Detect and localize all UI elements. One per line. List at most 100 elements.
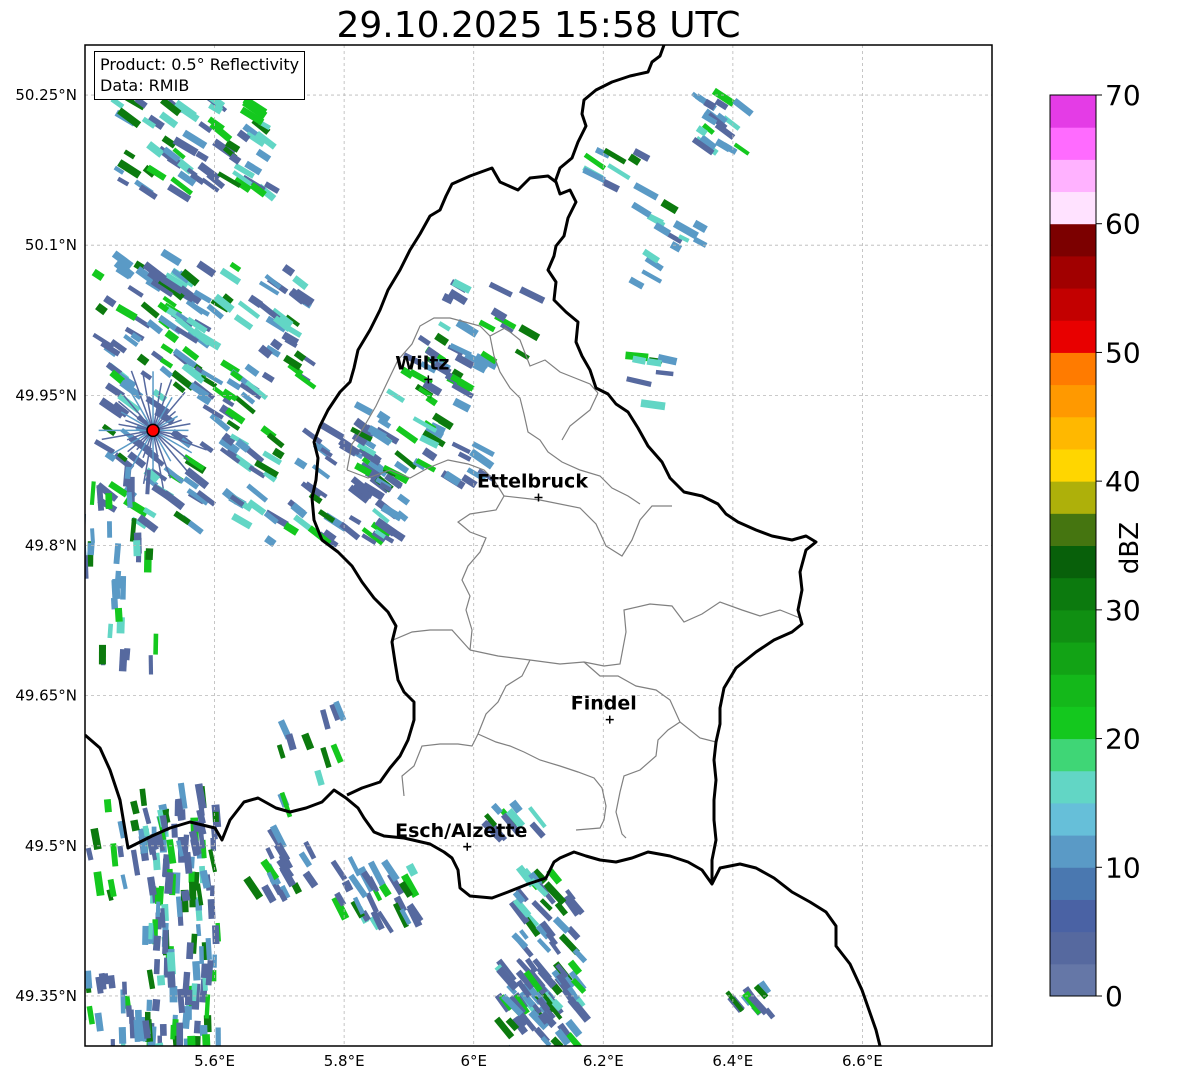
- colorbar-segment: [1050, 481, 1096, 514]
- colorbar-segment: [1050, 642, 1096, 675]
- echo-streak: [86, 1005, 95, 1025]
- echo-streak: [109, 1063, 115, 1081]
- echo-streak: [130, 819, 140, 832]
- lat-tick-label: 49.95°N: [15, 386, 77, 404]
- colorbar-segment: [1050, 738, 1096, 772]
- echo-streak: [130, 849, 141, 876]
- colorbar-segment: [1050, 513, 1096, 546]
- colorbar-segment: [1050, 95, 1096, 128]
- colorbar-tick-label: 40: [1105, 465, 1141, 498]
- echo-streak: [122, 981, 128, 995]
- echo-streak: [183, 1006, 192, 1020]
- echo-streak: [202, 1034, 211, 1046]
- echo-streak: [196, 260, 217, 278]
- echo-streak: [199, 440, 214, 454]
- echo-streak: [183, 851, 193, 874]
- echo-streak: [151, 998, 161, 1012]
- colorbar-tick-label: 10: [1105, 851, 1141, 884]
- echo-streak: [243, 875, 264, 900]
- echo-streak: [167, 971, 176, 988]
- echo-streak: [660, 198, 679, 215]
- echo-streak: [159, 1023, 167, 1036]
- echo-streak: [146, 999, 153, 1012]
- echo-streak: [151, 483, 177, 504]
- city-marker: [463, 842, 472, 851]
- echo-streak: [148, 655, 154, 675]
- echo-streak: [154, 1061, 163, 1078]
- echo-streak: [173, 510, 191, 526]
- echo-streak: [103, 798, 112, 813]
- echo-streak: [162, 929, 169, 955]
- canton-boundaries: [346, 317, 801, 839]
- echo-streak: [110, 1039, 116, 1046]
- echo-streak: [533, 1053, 546, 1067]
- echo-streak: [261, 371, 275, 383]
- echo-streak: [434, 332, 450, 347]
- echo-streak: [302, 870, 319, 889]
- echo-streak: [140, 370, 153, 381]
- echo-streak: [107, 975, 116, 989]
- echo-streak: [133, 540, 141, 557]
- echo-streak: [199, 946, 204, 964]
- echo-streak: [195, 150, 209, 163]
- echo-streak: [156, 975, 166, 986]
- lon-tick-label: 6.6°E: [842, 1052, 883, 1070]
- colorbar-tick-label: 70: [1105, 79, 1141, 112]
- echo-streak: [152, 935, 161, 951]
- echo-streak: [488, 281, 513, 298]
- echo-streak: [123, 496, 150, 518]
- colorbar-segment: [1050, 352, 1096, 386]
- echo-streak: [63, 972, 71, 988]
- echo-streak: [120, 576, 127, 600]
- colorbar-tick-label: 20: [1105, 723, 1141, 756]
- echo-streak: [95, 302, 108, 316]
- echo-streak: [607, 163, 631, 181]
- echo-streak: [633, 182, 659, 201]
- lon-tick-label: 6°E: [460, 1052, 487, 1070]
- colorbar-segment: [1050, 609, 1096, 643]
- echo-streak: [93, 439, 115, 455]
- echo-streak: [348, 514, 362, 526]
- echo-streak: [160, 343, 174, 355]
- colorbar-segment: [1050, 545, 1096, 579]
- echo-streak: [118, 649, 128, 672]
- echo-streak: [417, 334, 431, 347]
- echo-streak: [169, 985, 178, 1003]
- colorbar-segment: [1050, 867, 1096, 900]
- colorbar-segment: [1050, 770, 1096, 804]
- echo-streak: [320, 746, 332, 769]
- colorbar-segment: [1050, 416, 1096, 450]
- colorbar-segment: [1050, 835, 1096, 868]
- colorbar-segment: [1050, 674, 1096, 707]
- echo-streak: [110, 597, 119, 610]
- echo-streak: [397, 493, 411, 506]
- colorbar-segment: [1050, 931, 1096, 965]
- colorbar-tick-label: 60: [1105, 208, 1141, 241]
- echo-streak: [347, 856, 362, 877]
- colorbar-tick-label: 0: [1105, 980, 1123, 1013]
- radar-map: 5.6°E 5.8°E 6°E 6.2°E 6.4°E 6.6°E 50.25°N 50.1°…: [15, 44, 1141, 1081]
- lon-tick-label: 6.4°E: [712, 1052, 753, 1070]
- echo-streak: [120, 874, 128, 890]
- echo-streak: [123, 149, 136, 160]
- echo-streak: [94, 1012, 104, 1032]
- echo-streak: [78, 998, 84, 1019]
- echo-streak: [319, 422, 345, 441]
- echo-streak: [142, 807, 152, 825]
- echo-streak: [187, 1035, 196, 1046]
- echo-streak: [90, 528, 95, 544]
- lon-tick-label: 6.2°E: [583, 1052, 624, 1070]
- echo-streak: [536, 938, 552, 953]
- echo-streak: [452, 397, 472, 413]
- echo-streak: [602, 178, 620, 193]
- echo-streak: [692, 236, 708, 248]
- colorbar-segment: [1050, 223, 1096, 257]
- axis-ticks: 5.6°E 5.8°E 6°E 6.2°E 6.4°E 6.6°E 50.25°N 50.1°…: [15, 86, 883, 1070]
- product-label: Product: 0.5° Reflectivity: [100, 55, 300, 74]
- echo-streak: [136, 353, 150, 366]
- echo-streak: [294, 371, 317, 390]
- echo-streak: [572, 948, 588, 964]
- lat-tick-label: 49.35°N: [15, 987, 77, 1005]
- echo-streak: [628, 276, 645, 290]
- echo-streak: [148, 1067, 155, 1080]
